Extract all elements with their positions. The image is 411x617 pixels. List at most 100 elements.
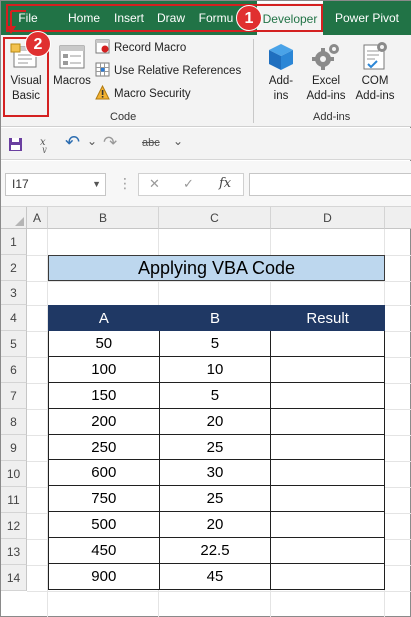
row-header-10[interactable]: 10 xyxy=(1,461,27,487)
macros-button[interactable]: Macros xyxy=(51,39,93,89)
redo-icon[interactable]: ↶ xyxy=(103,133,117,153)
annotation-badge-2: 2 xyxy=(25,31,51,57)
table-cell[interactable] xyxy=(270,485,385,513)
strikethrough-icon[interactable]: abc xyxy=(142,137,160,149)
table-cell[interactable]: 750 xyxy=(48,485,160,513)
table-cell[interactable]: 30 xyxy=(158,459,272,487)
table-cell[interactable]: 250 xyxy=(48,433,160,461)
svg-text:y: y xyxy=(41,145,47,153)
save-icon[interactable] xyxy=(8,137,23,152)
table-cell[interactable]: 900 xyxy=(48,563,160,590)
table-header-b[interactable]: B xyxy=(158,305,272,331)
sheet-title[interactable]: Applying VBA Code xyxy=(48,255,385,281)
cancel-icon[interactable]: ✕ xyxy=(149,176,160,192)
warning-icon xyxy=(95,85,110,100)
table-row: 500 20 xyxy=(48,511,385,539)
annotation-badge-1: 1 xyxy=(236,5,262,31)
qat-dropdown-icon[interactable]: ⌄ xyxy=(173,134,183,148)
table-cell[interactable] xyxy=(270,563,385,590)
row-header-14[interactable]: 14 xyxy=(1,565,27,591)
com-add-ins-button[interactable]: COM Add-ins xyxy=(351,39,399,104)
table-cell[interactable] xyxy=(270,433,385,461)
table-cell[interactable]: 500 xyxy=(48,511,160,539)
table-cell[interactable]: 25 xyxy=(158,433,272,461)
gear-icon xyxy=(312,44,339,70)
table-cell[interactable]: 450 xyxy=(48,537,160,565)
row-header-11[interactable]: 11 xyxy=(1,487,27,513)
row-header-13[interactable]: 13 xyxy=(1,539,27,565)
data-table: A B Result 50 5 100 10 150 5 200 20 250 25 600 30 75… xyxy=(48,305,385,590)
table-cell[interactable] xyxy=(270,355,385,383)
use-relative-references-button[interactable]: Use Relative References xyxy=(95,61,241,81)
row-header-3[interactable]: 3 xyxy=(1,281,27,305)
table-row: 50 5 xyxy=(48,330,385,357)
column-header-e[interactable] xyxy=(385,207,411,229)
table-cell[interactable]: 10 xyxy=(158,355,272,383)
add-ins-button[interactable]: Add- ins xyxy=(259,39,303,104)
row-header-7[interactable]: 7 xyxy=(1,383,27,409)
macro-security-button[interactable]: Macro Security xyxy=(95,84,191,104)
formula-bar-buttons: ✕ ✓ fx xyxy=(138,173,244,196)
table-cell[interactable]: 5 xyxy=(158,381,272,409)
table-cell[interactable] xyxy=(270,511,385,539)
table-cell[interactable] xyxy=(270,459,385,487)
add-ins-label-2: ins xyxy=(273,90,289,102)
worksheet-grid: A B C D 1 2 3 4 5 6 7 8 9 10 11 12 13 14 Applying VBA… xyxy=(1,207,411,617)
macros-label: Macros xyxy=(53,75,91,87)
table-header-a[interactable]: A xyxy=(48,305,160,331)
macros-icon xyxy=(59,45,85,69)
table-cell[interactable] xyxy=(270,330,385,357)
com-add-ins-label-2: Add-ins xyxy=(355,90,395,102)
undo-dropdown-icon[interactable]: ⌄ xyxy=(87,134,97,148)
tab-power-pivot[interactable]: Power Pivot xyxy=(327,1,407,35)
table-cell[interactable]: 5 xyxy=(158,330,272,357)
record-macro-icon xyxy=(95,39,110,54)
row-header-8[interactable]: 8 xyxy=(1,409,27,435)
row-header-6[interactable]: 6 xyxy=(1,357,27,383)
enter-icon[interactable]: ✓ xyxy=(183,176,194,192)
insert-function-icon[interactable]: fx xyxy=(219,176,231,191)
table-cell[interactable]: 50 xyxy=(48,330,160,357)
add-ins-icon xyxy=(269,44,293,70)
column-header-a[interactable]: A xyxy=(27,207,48,229)
formula-bar: I17 ▼ ⋮ ✕ ✓ fx xyxy=(1,161,411,207)
function-script-icon[interactable]: x y xyxy=(38,135,52,153)
formula-input[interactable] xyxy=(249,173,411,196)
table-cell[interactable]: 600 xyxy=(48,459,160,487)
excel-add-ins-label-1: Excel xyxy=(311,75,341,87)
name-box-value: I17 xyxy=(12,177,29,191)
table-cell[interactable]: 20 xyxy=(158,511,272,539)
undo-icon[interactable]: ↶ xyxy=(65,132,80,153)
formula-bar-grip-icon: ⋮ xyxy=(118,175,132,191)
ribbon-developer: Visual Basic Macros Record Macro Use Rel… xyxy=(1,35,411,127)
row-header-12[interactable]: 12 xyxy=(1,513,27,539)
table-cell[interactable]: 45 xyxy=(158,563,272,590)
table-row: 100 10 xyxy=(48,355,385,383)
row-header-4[interactable]: 4 xyxy=(1,305,27,331)
row-header-2[interactable]: 2 xyxy=(1,255,27,281)
row-header-9[interactable]: 9 xyxy=(1,435,27,461)
column-header-b[interactable]: B xyxy=(48,207,159,229)
name-box[interactable]: I17 ▼ xyxy=(5,173,106,196)
column-header-c[interactable]: C xyxy=(159,207,271,229)
select-all-button[interactable] xyxy=(1,207,27,229)
record-macro-button[interactable]: Record Macro xyxy=(95,38,186,58)
table-cell[interactable] xyxy=(270,381,385,409)
row-header-5[interactable]: 5 xyxy=(1,331,27,357)
table-cell[interactable]: 150 xyxy=(48,381,160,409)
table-header-result[interactable]: Result xyxy=(270,305,385,331)
row-header-1[interactable]: 1 xyxy=(1,229,27,255)
table-row: 750 25 xyxy=(48,485,385,513)
table-cell[interactable]: 100 xyxy=(48,355,160,383)
excel-window: File Home Insert Draw Formu Developer Po… xyxy=(0,0,411,617)
record-macro-label: Record Macro xyxy=(114,42,187,54)
excel-add-ins-button[interactable]: Excel Add-ins xyxy=(301,39,351,104)
table-cell[interactable] xyxy=(270,537,385,565)
table-cell[interactable] xyxy=(270,407,385,435)
table-cell[interactable]: 22.5 xyxy=(158,537,272,565)
table-cell[interactable]: 200 xyxy=(48,407,160,435)
table-cell[interactable]: 25 xyxy=(158,485,272,513)
column-header-d[interactable]: D xyxy=(271,207,385,229)
name-box-dropdown-icon[interactable]: ▼ xyxy=(92,174,101,195)
table-cell[interactable]: 20 xyxy=(158,407,272,435)
